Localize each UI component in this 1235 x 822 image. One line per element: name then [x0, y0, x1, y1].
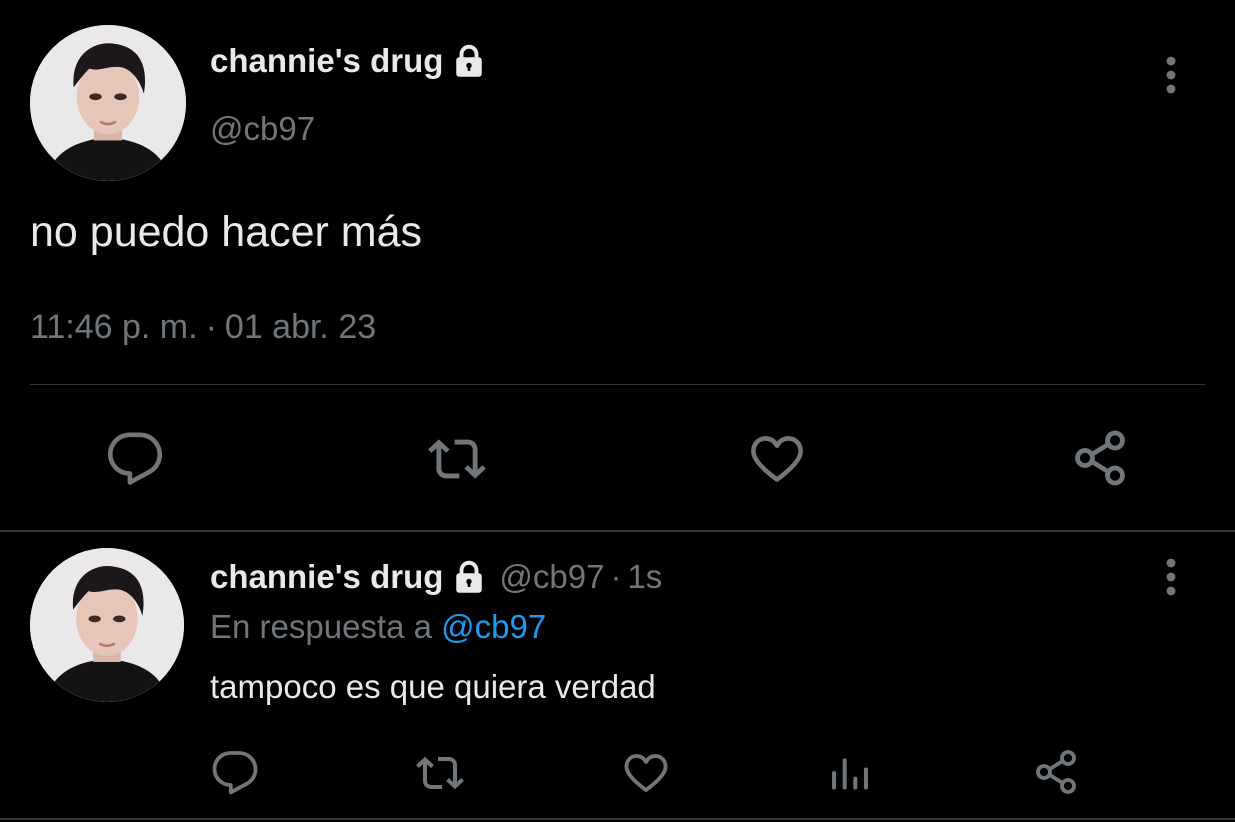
tweet-date: 01 abr. 23 [224, 308, 377, 346]
more-options-icon[interactable] [1156, 552, 1186, 602]
handle[interactable]: @cb97 [499, 558, 604, 595]
reply-header: channie's drug @cb97 · 1s [210, 558, 662, 596]
divider [0, 818, 1235, 820]
avatar[interactable] [30, 548, 184, 702]
reply-meta: @cb97 · 1s [499, 558, 662, 596]
avatar[interactable] [30, 25, 186, 181]
display-name[interactable]: channie's drug [210, 42, 487, 80]
views-icon [832, 758, 868, 790]
in-reply-to: En respuesta a @cb97 [210, 608, 546, 646]
views-button[interactable] [826, 750, 874, 796]
share-icon [1036, 750, 1076, 794]
lock-icon [451, 43, 487, 79]
tweet-timestamp[interactable]: 11:46 p. m. · 01 abr. 23 [30, 308, 376, 347]
in-reply-to-link[interactable]: @cb97 [441, 608, 546, 645]
avatar-image [30, 548, 184, 702]
tweet-text: no puedo hacer más [30, 208, 423, 256]
retweet-button[interactable] [410, 748, 470, 798]
in-reply-to-label: En respuesta a [210, 608, 432, 645]
relative-time[interactable]: 1s [627, 558, 662, 595]
section-divider [0, 530, 1235, 532]
reply-icon [212, 751, 258, 795]
like-button[interactable] [746, 428, 808, 490]
share-button[interactable] [1068, 426, 1132, 490]
reply-button[interactable] [210, 748, 260, 798]
display-name[interactable]: channie's drug [210, 558, 443, 596]
retweet-icon [416, 756, 464, 790]
tweet-text: tampoco es que quiera verdad [210, 668, 656, 705]
share-button[interactable] [1030, 746, 1082, 798]
retweet-icon [428, 439, 486, 479]
divider [30, 384, 1205, 385]
timestamp-separator: · [205, 308, 217, 346]
like-button[interactable] [620, 748, 672, 798]
avatar-image [30, 25, 186, 181]
display-name-text: channie's drug [210, 42, 444, 79]
more-options-icon[interactable] [1156, 50, 1186, 100]
share-icon [1075, 430, 1125, 486]
meta-separator: · [610, 558, 622, 595]
like-icon [624, 754, 668, 792]
retweet-button[interactable] [423, 428, 491, 490]
main-tweet: channie's drug @cb97 no puedo hacer más … [0, 0, 1235, 530]
lock-icon [451, 559, 487, 595]
like-icon [751, 436, 803, 482]
handle[interactable]: @cb97 [210, 110, 315, 148]
reply-icon [107, 432, 163, 485]
reply-button[interactable] [104, 428, 166, 490]
tweet-time: 11:46 p. m. [30, 308, 198, 346]
